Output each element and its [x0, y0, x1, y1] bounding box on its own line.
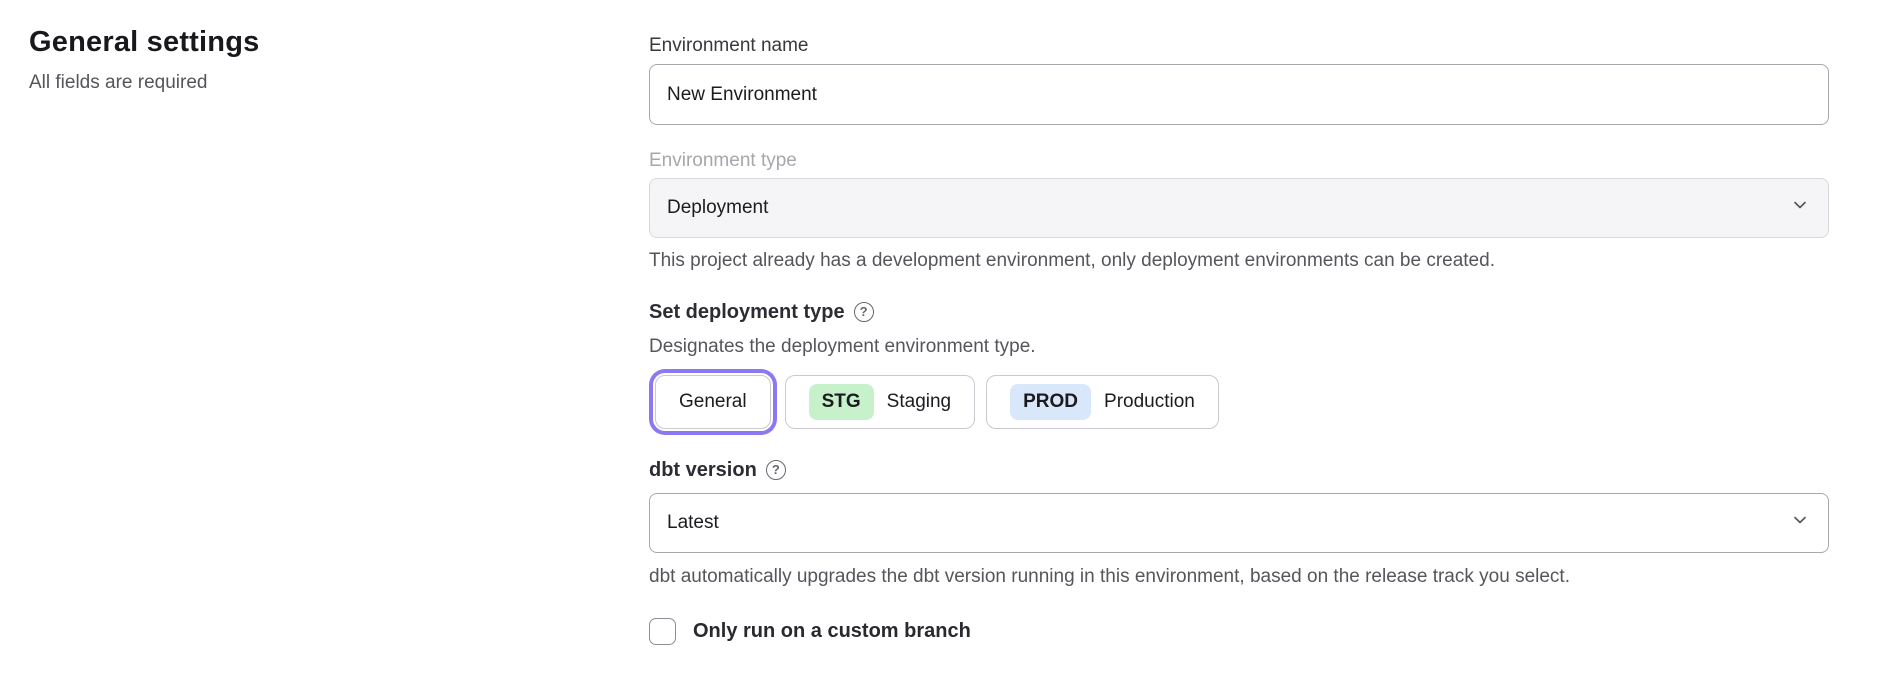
chevron-down-icon [1791, 511, 1809, 535]
production-button-label: Production [1104, 391, 1195, 413]
environment-type-label: Environment type [649, 149, 1829, 173]
environment-type-value: Deployment [667, 197, 768, 219]
environment-name-label: Environment name [649, 34, 1829, 58]
deployment-type-heading-label: Set deployment type [649, 299, 845, 325]
deployment-type-options: General STG Staging PROD Production [649, 375, 1829, 429]
staging-badge: STG [809, 384, 874, 420]
general-button-label: General [679, 391, 747, 413]
settings-header: General settings All fields are required [0, 0, 649, 678]
custom-branch-label: Only run on a custom branch [693, 620, 971, 643]
deployment-type-heading: Set deployment type ? [649, 299, 1829, 325]
deployment-type-staging-button[interactable]: STG Staging [785, 375, 976, 429]
deployment-type-general-button[interactable]: General [655, 375, 771, 429]
chevron-down-icon [1791, 196, 1809, 220]
environment-name-input[interactable] [649, 64, 1829, 125]
page-title: General settings [29, 26, 649, 59]
environment-type-select[interactable]: Deployment [649, 178, 1829, 238]
dbt-version-value: Latest [667, 512, 719, 534]
help-question-icon[interactable]: ? [854, 302, 874, 322]
dbt-version-select[interactable]: Latest [649, 493, 1829, 553]
deployment-type-production-button[interactable]: PROD Production [986, 375, 1219, 429]
dbt-version-helper: dbt automatically upgrades the dbt versi… [649, 564, 1829, 589]
dbt-version-heading-label: dbt version [649, 457, 757, 483]
staging-button-label: Staging [887, 391, 951, 413]
environment-type-helper: This project already has a development e… [649, 248, 1829, 273]
deployment-type-description: Designates the deployment environment ty… [649, 334, 1829, 359]
help-question-icon[interactable]: ? [766, 460, 786, 480]
dbt-version-heading: dbt version ? [649, 457, 1829, 483]
general-settings-page: General settings All fields are required… [0, 0, 1890, 678]
production-badge: PROD [1010, 384, 1091, 420]
custom-branch-row: Only run on a custom branch [649, 618, 1829, 645]
settings-form: Environment name Environment type Deploy… [649, 0, 1829, 678]
custom-branch-checkbox[interactable] [649, 618, 676, 645]
page-subtitle: All fields are required [29, 72, 649, 94]
